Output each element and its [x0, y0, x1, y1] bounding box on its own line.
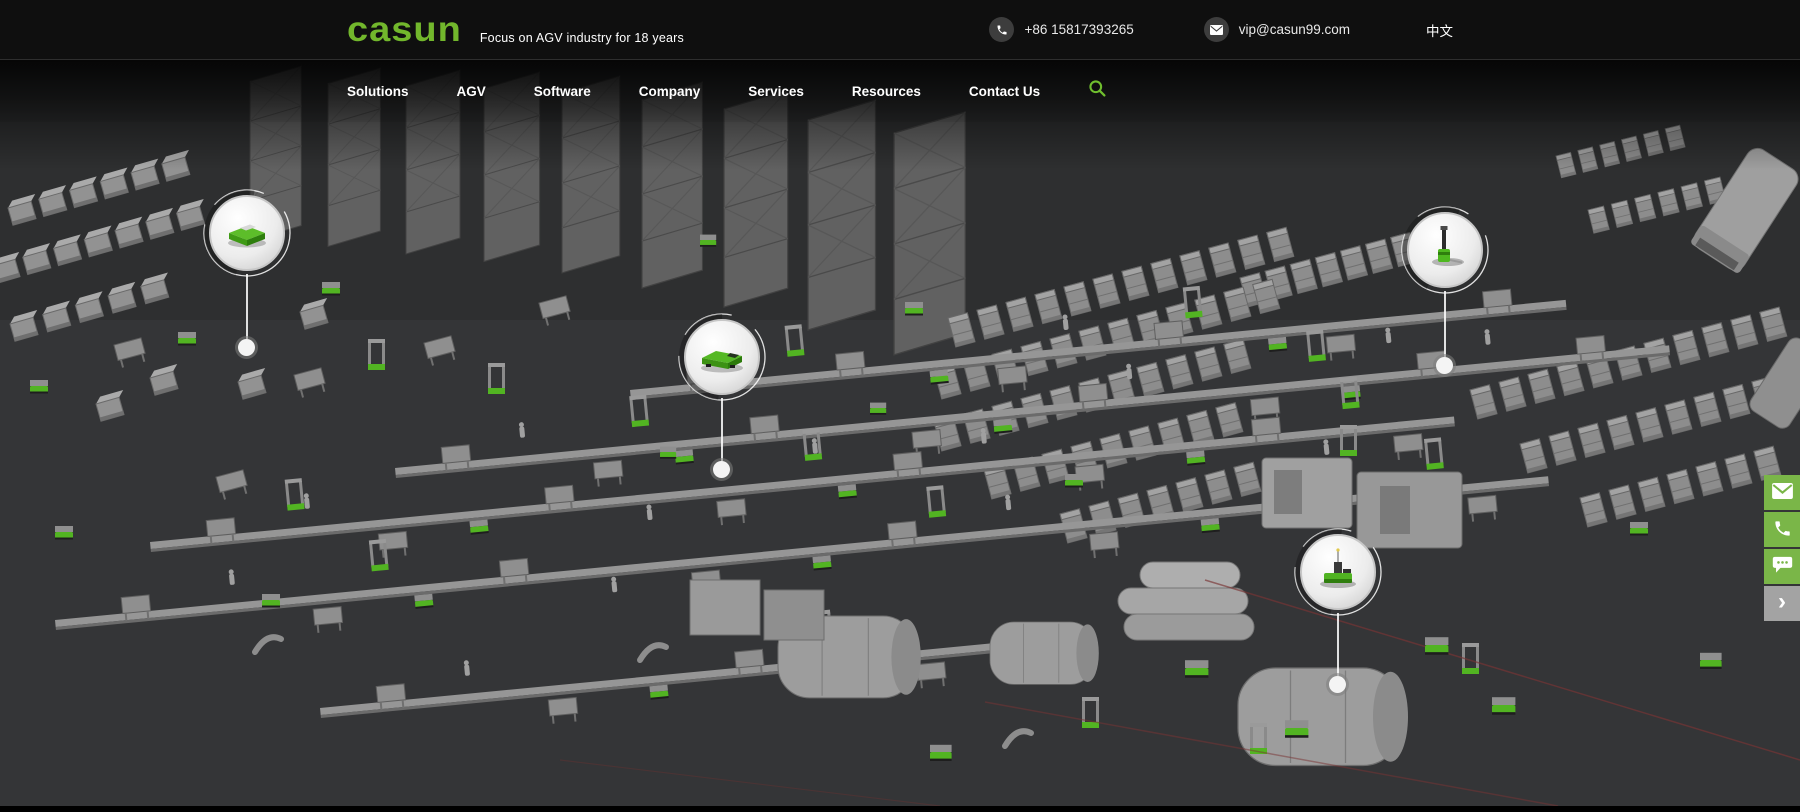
warehouse-scene — [0, 60, 1800, 806]
nav-item-software[interactable]: Software — [534, 84, 591, 99]
float-email-button[interactable] — [1764, 475, 1800, 510]
casun-logo[interactable]: casun — [347, 12, 462, 47]
casun-homepage: casun Focus on AGV industry for 18 years… — [0, 0, 1800, 812]
page-bottom-edge — [0, 806, 1800, 812]
search-button[interactable] — [1088, 79, 1107, 103]
hotspot-unit-load-agv[interactable] — [202, 188, 292, 356]
hotspot-anchor-dot — [713, 461, 730, 478]
nav-item-resources[interactable]: Resources — [852, 84, 921, 99]
nav-item-services[interactable]: Services — [748, 84, 804, 99]
hotspot-anchor-dot — [238, 339, 255, 356]
envelope-icon — [1772, 483, 1793, 502]
hotspot-stacker-forklift-agv[interactable] — [1400, 205, 1490, 374]
hotspot-connector — [246, 274, 248, 339]
main-navigation: Solutions AGV Software Company Services … — [0, 60, 1800, 122]
phone-icon — [989, 17, 1014, 42]
nav-item-agv[interactable]: AGV — [457, 84, 486, 99]
hotspot-tugger-agv[interactable] — [677, 312, 767, 478]
hotspot-mast-antenna-agv[interactable] — [1293, 527, 1383, 693]
email-address: vip@casun99.com — [1239, 22, 1350, 37]
floating-contact-panel: › — [1764, 475, 1800, 623]
language-toggle[interactable]: 中文 — [1426, 20, 1453, 40]
search-icon — [1088, 79, 1107, 103]
envelope-icon — [1204, 17, 1229, 42]
phone-number: +86 15817393265 — [1024, 22, 1133, 37]
chevron-right-icon: › — [1778, 590, 1786, 614]
hero-section: Solutions AGV Software Company Services … — [0, 60, 1800, 806]
nav-item-contact-us[interactable]: Contact Us — [969, 84, 1040, 99]
nav-item-company[interactable]: Company — [639, 84, 701, 99]
hotspot-anchor-dot — [1436, 357, 1453, 374]
nav-item-solutions[interactable]: Solutions — [347, 84, 409, 99]
top-bar: casun Focus on AGV industry for 18 years… — [0, 0, 1800, 60]
email-contact[interactable]: vip@casun99.com — [1204, 17, 1350, 42]
float-expand-button[interactable]: › — [1764, 586, 1800, 621]
float-phone-button[interactable] — [1764, 512, 1800, 547]
hotspot-connector — [1444, 291, 1446, 357]
chat-bubble-icon — [1772, 556, 1793, 577]
hotspot-anchor-dot — [1329, 676, 1346, 693]
hotspot-connector — [721, 398, 723, 461]
hotspot-connector — [1337, 613, 1339, 676]
tagline: Focus on AGV industry for 18 years — [480, 31, 684, 45]
float-chat-button[interactable] — [1764, 549, 1800, 584]
phone-icon — [1773, 519, 1792, 541]
phone-contact[interactable]: +86 15817393265 — [989, 17, 1133, 42]
